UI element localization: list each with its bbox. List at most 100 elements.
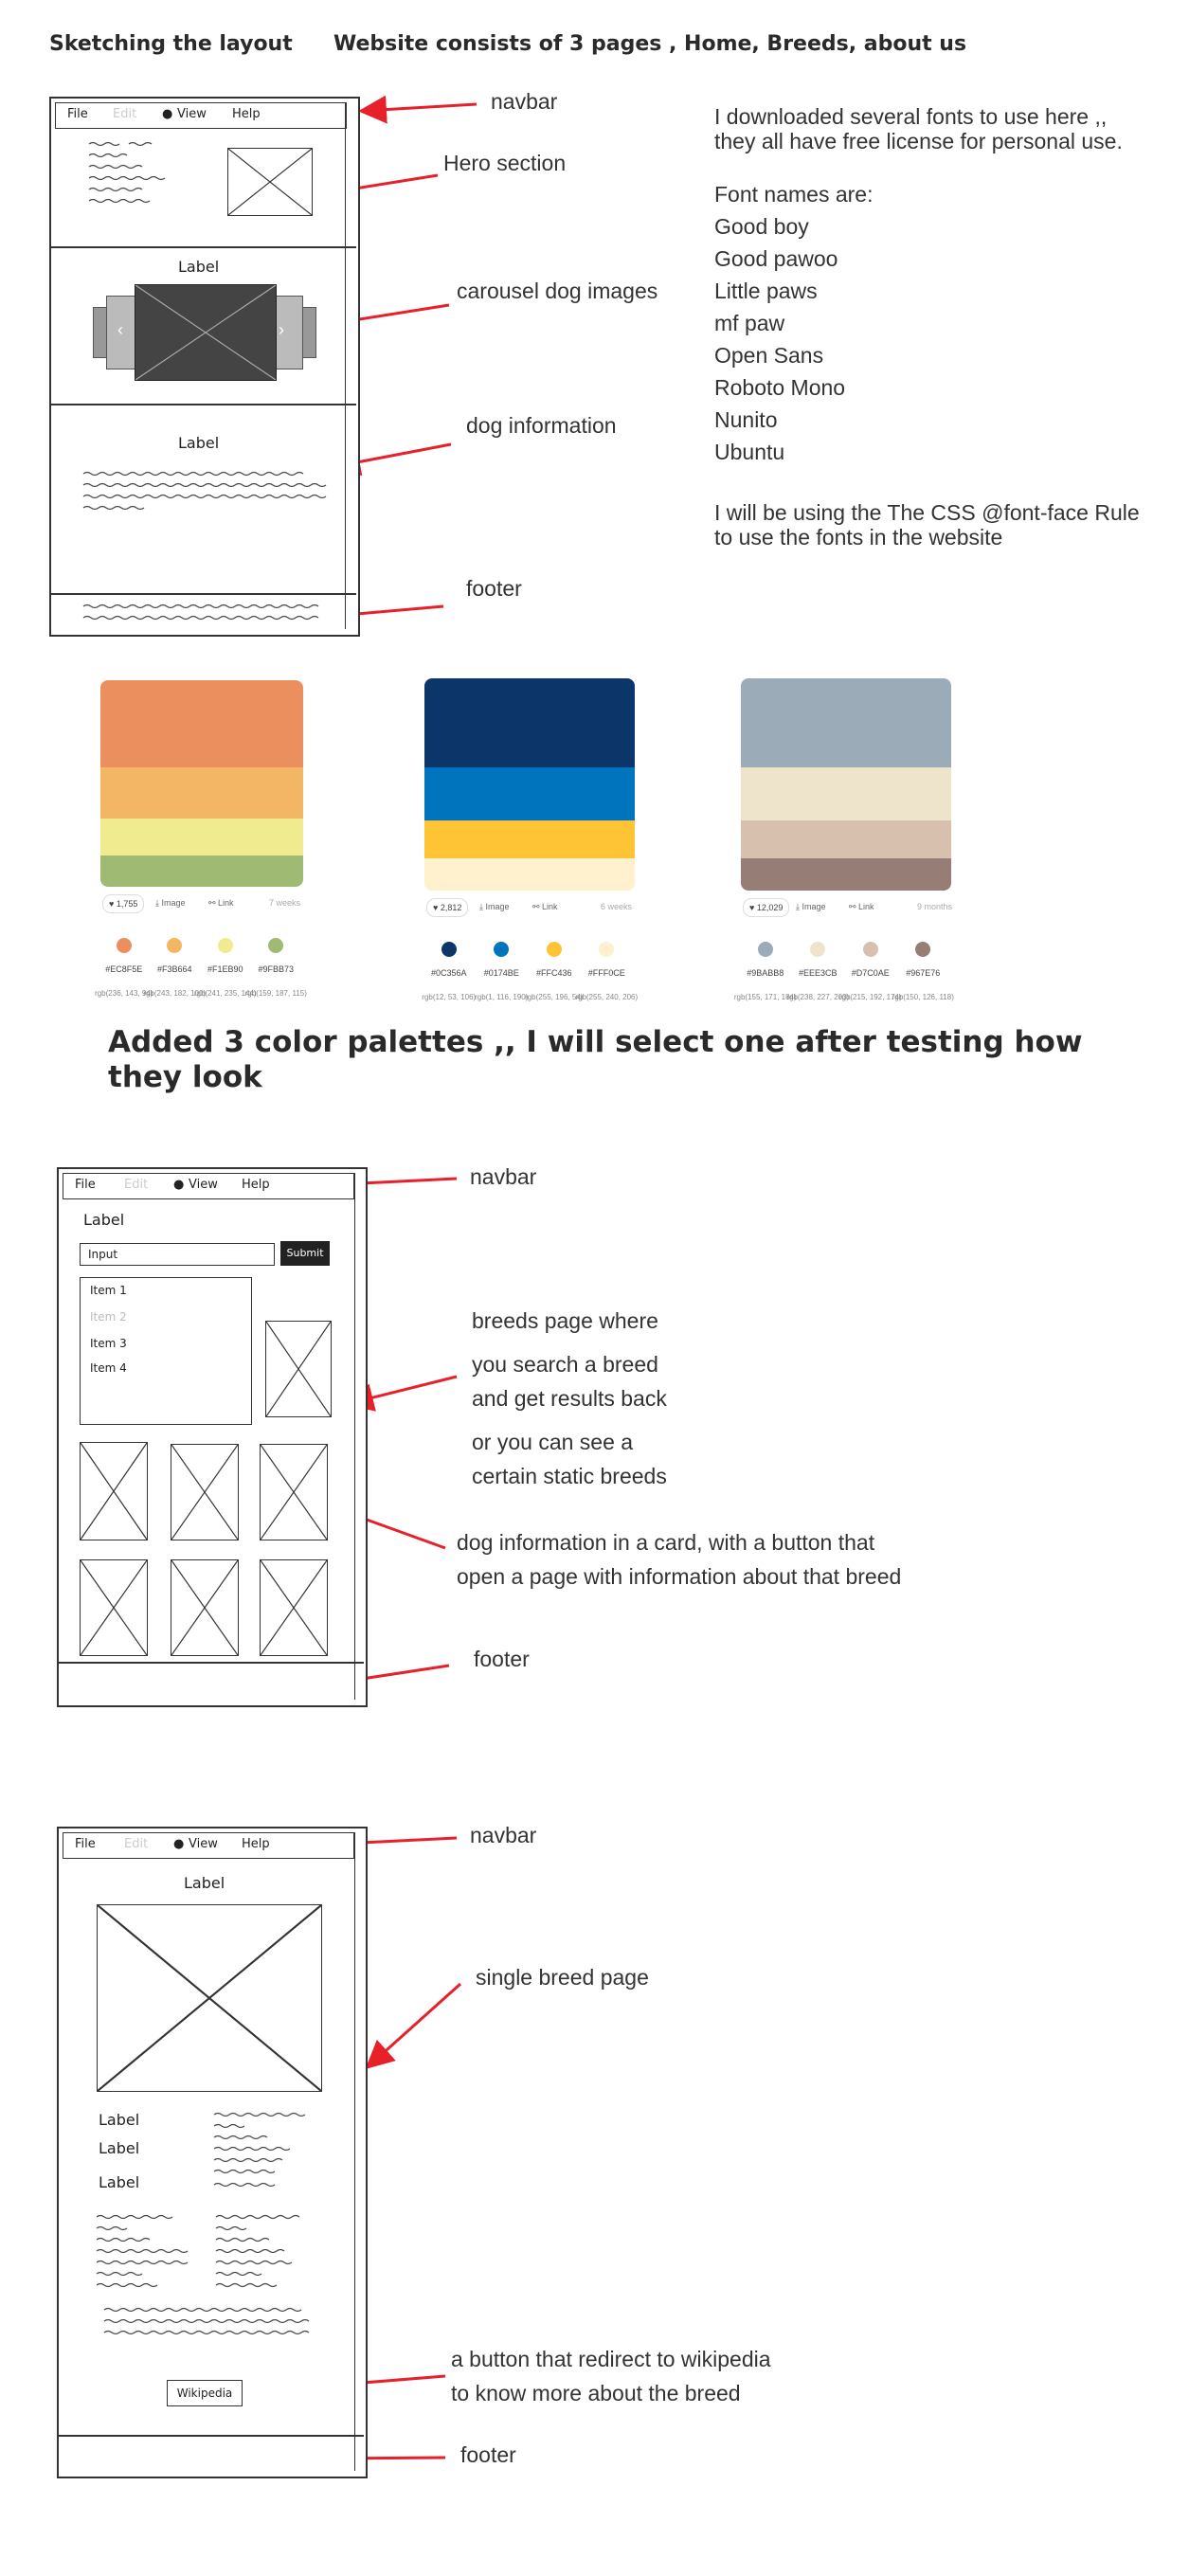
arrow-navbar xyxy=(358,95,477,124)
carousel-next-icon[interactable]: › xyxy=(279,320,284,340)
page-label: Label xyxy=(83,1211,125,1229)
annotation-dog-info: dog information xyxy=(466,413,617,438)
list-item[interactable]: Item 1 xyxy=(90,1284,127,1297)
detail-values-scribble xyxy=(213,2112,306,2188)
footer-divider xyxy=(59,1662,364,1664)
wikipedia-button[interactable]: Wikipedia xyxy=(167,2380,243,2406)
breed-image-placeholder xyxy=(97,1904,322,2092)
color-dot[interactable] xyxy=(441,942,457,957)
annotation-line: a button that redirect to wikipedia xyxy=(451,2347,771,2371)
carousel: ‹ › xyxy=(93,284,316,383)
navbar: File Edit ● View Help xyxy=(55,102,347,129)
nav-view: View xyxy=(189,1178,218,1192)
breed-card-image[interactable] xyxy=(260,1559,328,1656)
breed-card-image[interactable] xyxy=(80,1442,148,1540)
annotation-navbar: navbar xyxy=(470,1164,537,1189)
section-divider xyxy=(51,404,356,405)
image-placeholder xyxy=(265,1321,332,1417)
like-button[interactable]: ♥ 1,755 xyxy=(102,894,145,913)
copy-link[interactable]: ⚯ Link xyxy=(208,894,234,911)
annotation-card: dog information in a card, with a button… xyxy=(457,1525,901,1594)
palette-swatch xyxy=(100,856,303,887)
color-dot[interactable] xyxy=(757,942,773,957)
palette-card[interactable] xyxy=(741,678,951,891)
carousel-main-image xyxy=(135,284,277,381)
nav-edit: Edit xyxy=(113,107,137,121)
fonts-outro: to use the fonts in the website xyxy=(714,525,1003,549)
section-divider xyxy=(51,246,356,248)
annotation-line: certain static breeds xyxy=(472,1464,667,1488)
annotation-line: breeds page where xyxy=(472,1308,658,1333)
list-item[interactable]: Item 3 xyxy=(90,1337,127,1350)
home-wireframe: File Edit ● View Help Label ‹ › Label xyxy=(49,97,360,637)
description-scribble xyxy=(96,2214,310,2335)
font-name: Ubuntu xyxy=(714,440,785,464)
single-breed-wireframe: File Edit ● View Help Label Label Label … xyxy=(57,1827,368,2478)
fonts-intro: I downloaded several fonts to use here ,… xyxy=(714,104,1108,129)
hex-code: #967E76 xyxy=(906,968,941,978)
palette-swatch xyxy=(424,858,635,891)
annotation-carousel: carousel dog images xyxy=(457,279,658,303)
carousel-label: Label xyxy=(178,258,220,276)
breed-card-image[interactable] xyxy=(80,1559,148,1656)
font-name: Roboto Mono xyxy=(714,375,846,400)
fonts-list-title: Font names are: xyxy=(714,182,874,207)
annotation-line: or you can see a xyxy=(472,1430,634,1454)
palette-swatch xyxy=(741,678,951,768)
breed-card-image[interactable] xyxy=(260,1444,328,1540)
annotation-breeds: breeds page where you search a breed and… xyxy=(472,1304,667,1493)
fonts-note: I downloaded several fonts to use here ,… xyxy=(714,104,1140,549)
color-dot[interactable] xyxy=(546,942,562,957)
annotation-footer: footer xyxy=(460,2442,516,2467)
nav-file: File xyxy=(75,1178,96,1192)
palette-swatch xyxy=(100,680,303,767)
search-input[interactable]: Input xyxy=(80,1243,275,1266)
nav-help: Help xyxy=(242,1837,270,1851)
carousel-prev-icon[interactable]: ‹ xyxy=(117,320,123,340)
like-button[interactable]: ♥ 12,029 xyxy=(743,898,790,917)
fonts-intro: they all have free license for personal … xyxy=(714,129,1123,153)
image-download-link[interactable]: ⤓ Image xyxy=(155,894,186,911)
list-item[interactable]: Item 2 xyxy=(90,1310,127,1324)
dog-info-scribble xyxy=(82,471,327,511)
annotation-single-page: single breed page xyxy=(476,1965,649,1990)
hex-code: #9FBB73 xyxy=(258,964,295,974)
palette-card[interactable] xyxy=(424,678,635,891)
font-name: Nunito xyxy=(714,407,778,432)
color-dot[interactable] xyxy=(217,938,233,953)
annotation-wiki: a button that redirect to wikipedia to k… xyxy=(451,2342,771,2410)
annotation-line: to know more about the breed xyxy=(451,2381,741,2405)
palette-card[interactable] xyxy=(100,680,303,887)
hex-code: #FFF0CE xyxy=(587,968,625,978)
palette-swatch xyxy=(741,767,951,821)
list-item[interactable]: Item 4 xyxy=(90,1361,127,1375)
nav-help: Help xyxy=(242,1178,270,1192)
user-icon: ● xyxy=(173,1178,185,1192)
palette-age: 9 months xyxy=(917,902,953,911)
nav-view: View xyxy=(189,1837,218,1851)
breed-card-image[interactable] xyxy=(171,1444,239,1540)
submit-button[interactable]: Submit xyxy=(280,1241,330,1266)
arrow-single-page xyxy=(365,1982,462,2070)
annotation-line: dog information in a card, with a button… xyxy=(457,1530,875,1555)
palette-swatch xyxy=(741,820,951,859)
copy-link[interactable]: ⚯ Link xyxy=(849,898,874,915)
detail-label: Label xyxy=(99,2139,140,2157)
color-dot[interactable] xyxy=(116,938,132,953)
scrollbar xyxy=(345,102,346,629)
user-icon: ● xyxy=(162,107,173,121)
annotation-footer: footer xyxy=(466,576,522,601)
rgb-code: rgb(150, 126, 118) xyxy=(892,993,954,1001)
palette-caption-line: they look xyxy=(108,1060,262,1094)
image-download-link[interactable]: ⤓ Image xyxy=(796,898,826,915)
like-button[interactable]: ♥ 2,812 xyxy=(426,898,469,917)
font-name: Good boy xyxy=(714,214,809,239)
palette-swatch xyxy=(424,767,635,821)
breed-card-image[interactable] xyxy=(171,1559,239,1656)
image-download-link[interactable]: ⤓ Image xyxy=(479,898,510,915)
color-dot[interactable] xyxy=(862,942,878,957)
nav-edit: Edit xyxy=(124,1837,149,1851)
nav-edit: Edit xyxy=(124,1178,149,1192)
palette-swatch xyxy=(424,820,635,859)
copy-link[interactable]: ⚯ Link xyxy=(532,898,558,915)
